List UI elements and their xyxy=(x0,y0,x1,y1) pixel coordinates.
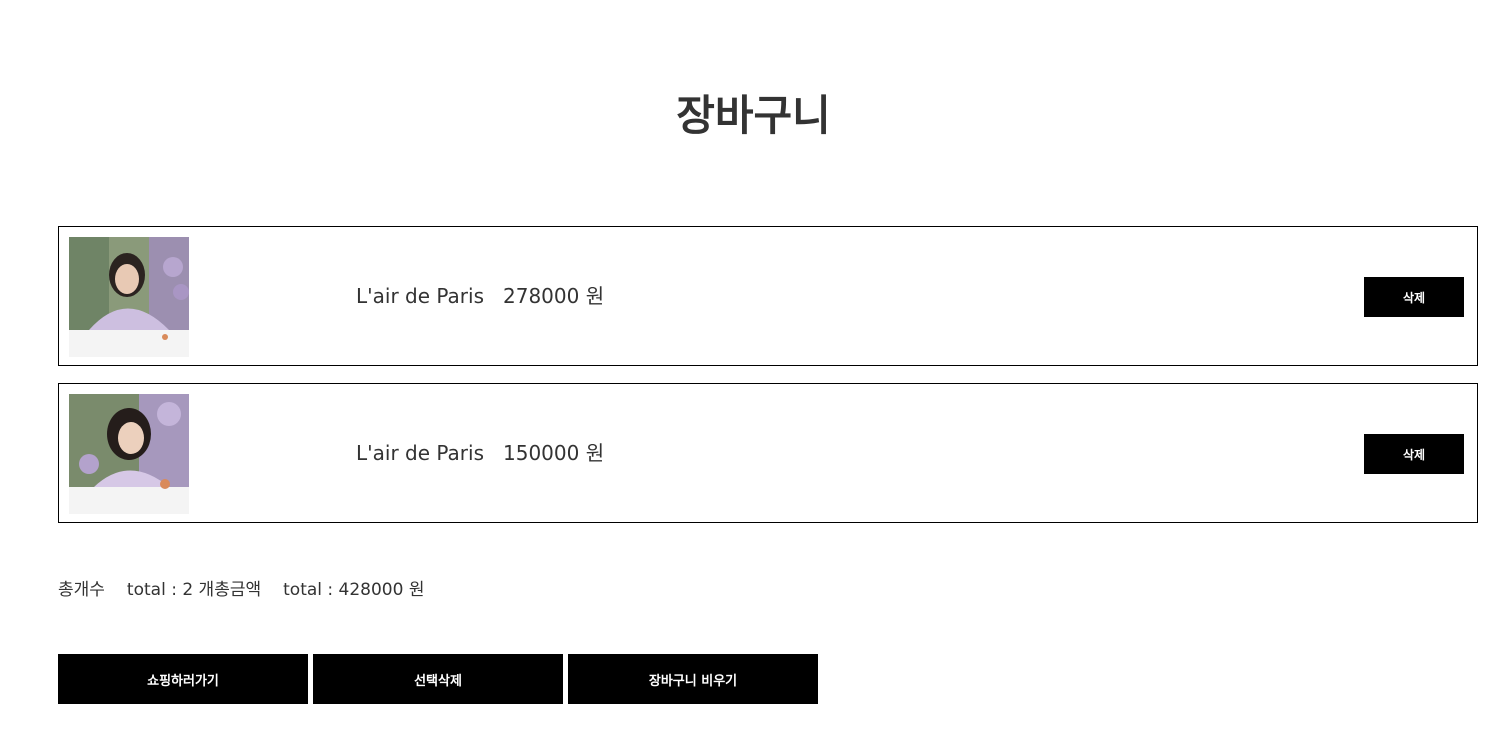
delete-button[interactable]: 삭제 xyxy=(1364,434,1464,474)
page-title: 장바구니 xyxy=(676,91,831,140)
delete-selected-button[interactable]: 선택삭제 xyxy=(313,654,563,704)
total-amount-label: 총금액 xyxy=(214,580,262,600)
total-amount-value: total : 428000 원 xyxy=(283,580,425,600)
cart-summary: 총개수 total : 2 개총금액 total : 428000 원 xyxy=(58,577,424,603)
cart-item: L'air de Paris 150000 원 삭제 xyxy=(58,383,1478,523)
empty-cart-button[interactable]: 장바구니 비우기 xyxy=(568,654,818,704)
total-count-label: 총개수 xyxy=(58,580,105,600)
total-count-value: total : 2 개 xyxy=(126,580,215,600)
delete-button[interactable]: 삭제 xyxy=(1364,277,1464,317)
product-image[interactable] xyxy=(69,237,189,357)
product-name: L'air de Paris xyxy=(356,441,485,465)
product-price: 278000 원 xyxy=(503,284,605,308)
product-name: L'air de Paris xyxy=(356,284,485,308)
go-shopping-button[interactable]: 쇼핑하러가기 xyxy=(58,654,308,704)
product-price: 150000 원 xyxy=(503,441,605,465)
product-image[interactable] xyxy=(69,394,189,514)
cart-item: L'air de Paris 278000 원 삭제 xyxy=(58,226,1478,366)
